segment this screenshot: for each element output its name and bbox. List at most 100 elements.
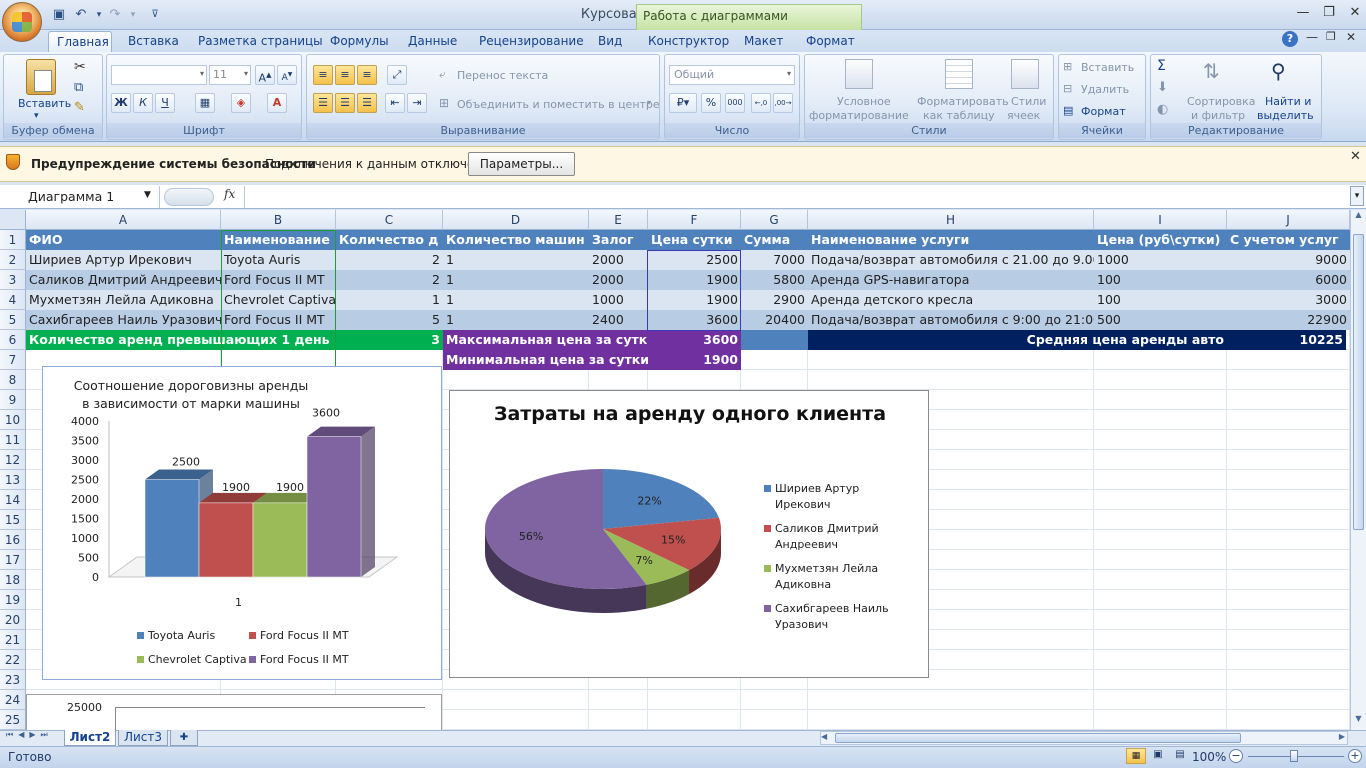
save-icon[interactable]: ▣: [50, 6, 68, 24]
cell-h2[interactable]: Подача/возврат автомобиля с 21.00 до 9.0…: [808, 250, 1094, 270]
comma-style-icon[interactable]: 000: [725, 93, 745, 113]
vertical-scroll-thumb[interactable]: [1353, 234, 1364, 530]
font-color-icon[interactable]: A: [267, 93, 287, 113]
row-header-5[interactable]: 5: [0, 310, 26, 330]
cell-c2[interactable]: 2: [336, 250, 443, 270]
column-header-h[interactable]: H: [808, 210, 1094, 230]
formula-bar-grip[interactable]: [164, 188, 214, 206]
cell-h4[interactable]: Аренда детского кресла: [808, 290, 1094, 310]
header-cell-b[interactable]: Наименование: [221, 230, 336, 250]
horizontal-scroll-thumb[interactable]: [835, 733, 1241, 743]
shrink-font-icon[interactable]: A▼: [277, 65, 297, 85]
cell-d5[interactable]: 1: [443, 310, 589, 330]
cell-c4[interactable]: 1: [336, 290, 443, 310]
increase-indent-icon[interactable]: ⇥: [407, 93, 427, 113]
ribbon-minimize-icon[interactable]: —: [1306, 30, 1318, 44]
row-header-2[interactable]: 2: [0, 250, 26, 270]
column-header-f[interactable]: F: [648, 210, 741, 230]
conditional-format-line1[interactable]: Условное: [837, 95, 891, 108]
sort-filter-line1[interactable]: Сортировка: [1187, 95, 1256, 108]
cell-g5[interactable]: 20400: [741, 310, 808, 330]
column-header-i[interactable]: I: [1094, 210, 1227, 230]
cell-i4[interactable]: 100: [1094, 290, 1227, 310]
paste-dropdown-icon[interactable]: ▾: [34, 111, 39, 121]
sort-filter-line2[interactable]: и фильтр: [1191, 109, 1245, 122]
cell-j3[interactable]: 6000: [1227, 270, 1350, 290]
redo-icon[interactable]: ↷: [106, 6, 124, 24]
office-button[interactable]: [2, 2, 42, 42]
ribbon-restore-icon[interactable]: ❐: [1326, 30, 1336, 43]
align-center-icon[interactable]: ☰: [335, 93, 355, 113]
cell-a3[interactable]: Саликов Дмитрий Андреевич: [26, 270, 221, 290]
cell-f3[interactable]: 1900: [648, 270, 741, 290]
page-break-view-icon[interactable]: ▤: [1170, 748, 1190, 764]
font-size-box[interactable]: 11 ▾: [209, 65, 251, 85]
security-close-icon[interactable]: ✕: [1350, 149, 1361, 164]
undo-icon[interactable]: ↶: [72, 6, 90, 24]
find-select-line1[interactable]: Найти и: [1265, 95, 1311, 108]
underline-icon[interactable]: Ч: [155, 93, 175, 113]
cell-b4[interactable]: Chevrolet Captiva: [221, 290, 336, 310]
bar-4[interactable]: [306, 436, 362, 578]
header-cell-a[interactable]: ФИО: [26, 230, 221, 250]
sheet-tab-list3[interactable]: Лист3: [118, 730, 168, 746]
cell-styles-icon[interactable]: [1011, 59, 1039, 89]
cell-b5[interactable]: Ford Focus II MT: [221, 310, 336, 330]
bar-1[interactable]: [144, 479, 200, 578]
format-cells-button[interactable]: Формат: [1081, 105, 1126, 118]
zoom-out-icon[interactable]: −: [1229, 749, 1243, 763]
row-header-1[interactable]: 1: [0, 230, 26, 250]
row-header-21[interactable]: 21: [0, 630, 26, 650]
normal-view-icon[interactable]: ▦: [1126, 748, 1146, 764]
fill-color-icon[interactable]: ◈: [231, 93, 251, 113]
sort-filter-icon[interactable]: ⇅: [1203, 59, 1220, 83]
cell-j5[interactable]: 22900: [1227, 310, 1350, 330]
horizontal-scrollbar[interactable]: ◀ ▶: [820, 731, 1348, 745]
scroll-right-icon[interactable]: ▶: [1339, 732, 1345, 741]
copy-icon[interactable]: ⧉: [74, 80, 83, 95]
column-header-e[interactable]: E: [589, 210, 648, 230]
page-layout-view-icon[interactable]: ▣: [1148, 748, 1168, 764]
row-header-18[interactable]: 18: [0, 570, 26, 590]
clear-icon[interactable]: ◐: [1157, 102, 1168, 117]
expand-formula-bar-icon[interactable]: ▾: [1350, 186, 1364, 206]
find-select-icon[interactable]: ⚲: [1271, 59, 1286, 83]
header-cell-i[interactable]: Цена (руб\сутки): [1094, 230, 1227, 250]
zoom-in-icon[interactable]: +: [1348, 749, 1362, 763]
worksheet-grid[interactable]: ABCDEFGHIJ 1 2 3 4 5 6 7 8 9 10 11 12 13 14 15 16 17 18 19…: [0, 210, 1350, 730]
grow-font-icon[interactable]: A▲: [255, 65, 275, 85]
bar-2[interactable]: [198, 502, 254, 578]
cell-a5[interactable]: Сахибгареев Наиль Уразович: [26, 310, 221, 330]
cell-e3[interactable]: 2000: [589, 270, 648, 290]
row-header-22[interactable]: 22: [0, 650, 26, 670]
paste-button[interactable]: Вставить: [18, 97, 71, 110]
format-table-line2[interactable]: как таблицу: [923, 109, 995, 122]
header-cell-d[interactable]: Количество машин: [443, 230, 589, 250]
cell-d6-merged[interactable]: Максимальная цена за сутки:: [443, 330, 648, 350]
tab-review[interactable]: Рецензирование: [471, 31, 592, 52]
row-header-6[interactable]: 6: [0, 330, 26, 350]
cell-i3[interactable]: 100: [1094, 270, 1227, 290]
minimize-icon[interactable]: —: [1290, 4, 1316, 24]
tab-insert[interactable]: Вставка: [120, 31, 187, 52]
vertical-scrollbar[interactable]: ▲ ▼: [1350, 210, 1366, 730]
format-as-table-icon[interactable]: [945, 59, 973, 89]
cell-j4[interactable]: 3000: [1227, 290, 1350, 310]
wrap-text-button[interactable]: Перенос текста: [457, 69, 548, 82]
tab-layout[interactable]: Макет: [736, 31, 791, 52]
cell-f2[interactable]: 2500: [648, 250, 741, 270]
tab-format[interactable]: Формат: [798, 31, 863, 52]
align-left-icon[interactable]: ☰: [313, 93, 333, 113]
cell-h6-merged[interactable]: Средняя цена аренды авто: [808, 330, 1227, 350]
autosum-icon[interactable]: Σ: [1157, 58, 1166, 74]
row-header-14[interactable]: 14: [0, 490, 26, 510]
scroll-up-icon[interactable]: ▲: [1352, 210, 1365, 224]
align-right-icon[interactable]: ☰: [357, 93, 377, 113]
format-painter-icon[interactable]: ✎: [74, 100, 85, 115]
column-header-c[interactable]: C: [336, 210, 443, 230]
header-cell-h[interactable]: Наименование услуги: [808, 230, 1094, 250]
tab-home[interactable]: Главная: [48, 31, 112, 52]
decrease-decimal-icon[interactable]: ,00→: [773, 93, 793, 113]
column-header-b[interactable]: B: [221, 210, 336, 230]
row-header-24[interactable]: 24: [0, 690, 26, 710]
